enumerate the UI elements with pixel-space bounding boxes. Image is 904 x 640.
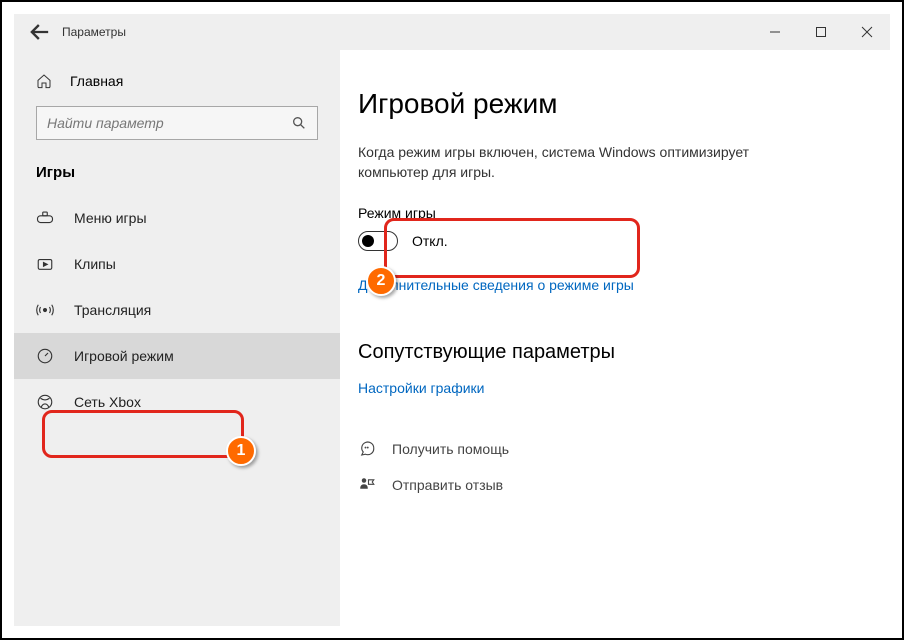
game-mode-toggle[interactable] [358,231,398,251]
game-bar-icon [36,209,54,227]
close-icon [861,26,873,38]
sidebar-item-label: Трансляция [74,302,151,318]
feedback-icon [358,476,376,494]
sidebar-item-label: Сеть Xbox [74,394,141,410]
home-label: Главная [70,73,123,89]
help-icon [358,440,376,458]
search-icon [291,115,307,134]
home-link[interactable]: Главная [14,62,340,100]
sidebar: Главная Игры Меню игры [14,50,340,626]
feedback-label: Отправить отзыв [392,477,503,493]
sidebar-item-broadcasting[interactable]: Трансляция [14,287,340,333]
toggle-row: Откл. [358,231,872,251]
page-title: Игровой режим [358,88,872,120]
titlebar: Параметры [14,14,890,50]
sidebar-item-captures[interactable]: Клипы [14,241,340,287]
close-button[interactable] [844,14,890,50]
learn-more-link[interactable]: Дополнительные сведения о режиме игры [358,277,872,293]
page-description: Когда режим игры включен, система Window… [358,142,798,183]
sidebar-item-game-mode[interactable]: Игровой режим [14,333,340,379]
sidebar-item-game-bar[interactable]: Меню игры [14,195,340,241]
toggle-knob [362,235,374,247]
captures-icon [36,255,54,273]
maximize-button[interactable] [798,14,844,50]
window-controls [752,14,890,50]
gauge-icon [36,347,54,365]
xbox-icon [36,393,54,411]
search-box[interactable] [36,106,318,140]
window-body: Главная Игры Меню игры [14,50,890,626]
game-mode-toggle-group: Режим игры Откл. [358,205,872,255]
arrow-left-icon [26,18,54,46]
minimize-icon [769,26,781,38]
broadcast-icon [36,301,54,319]
app-frame: Параметры Главная [0,0,904,640]
window-title: Параметры [62,25,126,39]
minimize-button[interactable] [752,14,798,50]
feedback-link[interactable]: Отправить отзыв [358,476,872,494]
home-icon [36,73,52,89]
toggle-label: Режим игры [358,205,872,221]
toggle-state-text: Откл. [412,233,448,249]
settings-window: Параметры Главная [14,14,890,626]
main-content: Игровой режим Когда режим игры включен, … [340,50,890,626]
graphics-settings-link[interactable]: Настройки графики [358,380,872,396]
search-container [14,100,340,154]
sidebar-item-label: Игровой режим [74,348,174,364]
related-settings-header: Сопутствующие параметры [358,341,872,364]
get-help-link[interactable]: Получить помощь [358,440,872,458]
section-header: Игры [14,154,340,195]
back-button[interactable] [26,18,54,46]
maximize-icon [815,26,827,38]
sidebar-item-xbox-networking[interactable]: Сеть Xbox [14,379,340,425]
sidebar-item-label: Меню игры [74,210,147,226]
get-help-label: Получить помощь [392,441,509,457]
sidebar-item-label: Клипы [74,256,116,272]
search-input[interactable] [47,115,307,131]
